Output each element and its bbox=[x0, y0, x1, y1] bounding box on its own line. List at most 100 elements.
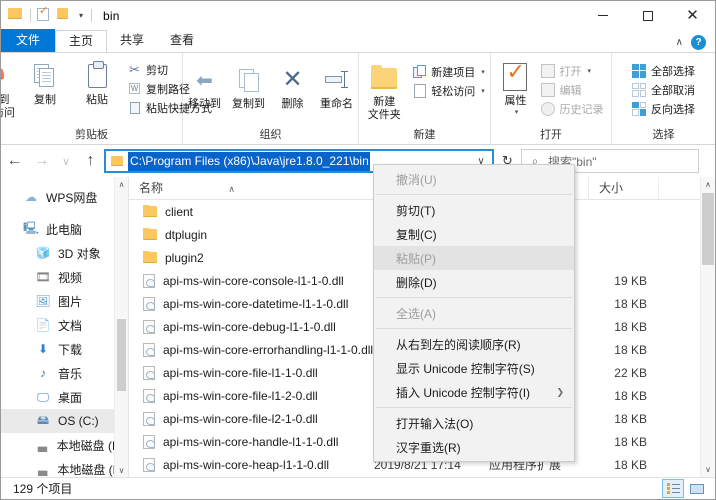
sidebar-item-videos[interactable]: 🎞 视频 bbox=[1, 265, 128, 289]
tab-view[interactable]: 查看 bbox=[157, 30, 207, 52]
move-to-icon: ⬅ bbox=[196, 69, 213, 92]
chevron-down-icon[interactable]: ▾ bbox=[77, 11, 85, 20]
move-to-button[interactable]: ⬅ 移动到 bbox=[183, 61, 227, 111]
tab-file[interactable]: 文件 bbox=[1, 29, 56, 52]
up-button[interactable]: ↑ bbox=[77, 146, 104, 176]
sidebar-item-documents[interactable]: 📄 文档 bbox=[1, 313, 128, 337]
forward-button[interactable]: → bbox=[28, 146, 55, 176]
scrollbar-thumb[interactable] bbox=[702, 193, 714, 265]
scrollbar-thumb[interactable] bbox=[117, 319, 126, 391]
sidebar-item-3d-objects[interactable]: 🧊 3D 对象 bbox=[1, 241, 128, 265]
scroll-up-icon[interactable]: ∧ bbox=[115, 177, 128, 191]
delete-button[interactable]: ✕ 删除 bbox=[271, 61, 315, 111]
context-menu-item-open-ime[interactable]: 打开输入法(O) bbox=[374, 411, 574, 435]
sidebar-item-label: 音乐 bbox=[58, 366, 83, 381]
sidebar-item-local-disk-d[interactable]: ▃ 本地磁盘 (D:) bbox=[1, 433, 128, 457]
context-menu-item-delete[interactable]: 删除(D) bbox=[374, 270, 574, 294]
scroll-down-icon[interactable]: ∨ bbox=[701, 462, 715, 477]
delete-label: 删除 bbox=[281, 98, 304, 110]
tab-home[interactable]: 主页 bbox=[55, 30, 108, 53]
context-menu-item-paste[interactable]: 粘贴(P) bbox=[374, 246, 574, 270]
help-icon[interactable]: ? bbox=[691, 35, 706, 50]
sidebar-item-this-pc[interactable]: 🖳 此电脑 bbox=[1, 217, 128, 241]
back-button[interactable]: ← bbox=[1, 146, 28, 176]
sort-ascending-icon: ∧ bbox=[228, 183, 235, 194]
folder-icon bbox=[143, 250, 157, 263]
address-input[interactable]: C:\Program Files (x86)\Java\jre1.8.0_221… bbox=[128, 151, 370, 171]
new-folder-icon bbox=[371, 61, 398, 95]
column-header-name[interactable]: 名称 ∧ bbox=[129, 177, 374, 200]
rename-label: 重命名 bbox=[320, 98, 353, 110]
chevron-down-icon[interactable]: ▾ bbox=[481, 68, 485, 76]
status-bar: 129 个项目 bbox=[1, 477, 715, 499]
paste-button[interactable]: 粘贴 bbox=[71, 57, 123, 107]
file-size: 22 KB bbox=[614, 365, 647, 380]
drive-icon: 🖴 bbox=[36, 412, 50, 427]
select-none-button[interactable]: 全部取消 bbox=[632, 80, 695, 99]
context-menu-item-show-unicode-control-chars[interactable]: 显示 Unicode 控制字符(S) bbox=[374, 356, 574, 380]
navigation-bar: ← → ∨ ↑ C:\Program Files (x86)\Java\jre1… bbox=[1, 145, 715, 177]
sidebar-item-music[interactable]: ♪ 音乐 bbox=[1, 361, 128, 385]
group-label-organize: 组织 bbox=[259, 129, 282, 141]
context-menu-item-copy[interactable]: 复制(C) bbox=[374, 222, 574, 246]
details-view-button[interactable] bbox=[662, 479, 684, 498]
sidebar-item-local-disk-e[interactable]: ▃ 本地磁盘 (E:) bbox=[1, 457, 128, 477]
context-menu-item-undo[interactable]: 撤消(U) bbox=[374, 167, 574, 191]
divider bbox=[91, 9, 93, 22]
chevron-down-icon[interactable]: ▾ bbox=[481, 87, 485, 95]
navpane-scrollbar[interactable]: ∧ ∨ bbox=[114, 177, 128, 477]
sidebar-item-label: WPS网盘 bbox=[46, 190, 98, 205]
folder-icon[interactable] bbox=[57, 7, 73, 24]
sidebar-item-downloads[interactable]: ⬇ 下载 bbox=[1, 337, 128, 361]
scroll-down-icon[interactable]: ∨ bbox=[115, 463, 128, 477]
file-name: api-ms-win-core-debug-l1-1-0.dll bbox=[163, 319, 336, 334]
copy-to-button[interactable]: 复制到 bbox=[227, 61, 271, 111]
view-buttons bbox=[662, 479, 715, 498]
close-button[interactable]: ✕ bbox=[670, 1, 715, 30]
collapse-ribbon-icon[interactable]: ∧ bbox=[676, 37, 683, 48]
tab-share[interactable]: 共享 bbox=[107, 30, 157, 52]
properties-icon[interactable] bbox=[37, 6, 53, 24]
context-menu-item-reconvert[interactable]: 汉字重选(R) bbox=[374, 435, 574, 459]
sidebar-item-label: 此电脑 bbox=[46, 222, 83, 237]
recent-locations-button[interactable]: ∨ bbox=[55, 146, 77, 176]
chevron-down-icon[interactable]: ▾ bbox=[587, 67, 591, 75]
file-name-cell: plugin2 bbox=[129, 250, 374, 265]
column-header-size[interactable]: 大小 bbox=[589, 177, 659, 200]
context-menu-item-label: 插入 Unicode 控制字符(I) bbox=[396, 385, 531, 400]
large-icons-view-button[interactable] bbox=[686, 479, 708, 498]
select-commands: 全部选择 全部取消 反向选择 bbox=[628, 58, 699, 118]
chevron-down-icon[interactable]: ▾ bbox=[515, 108, 519, 116]
context-menu-item-select-all[interactable]: 全选(A) bbox=[374, 301, 574, 325]
context-menu-item-insert-unicode-control-char[interactable]: 插入 Unicode 控制字符(I) ❯ bbox=[374, 380, 574, 404]
new-item-button[interactable]: 新建项目 ▾ bbox=[412, 62, 485, 81]
window-title: bin bbox=[103, 8, 120, 23]
sidebar-item-wps-cloud[interactable]: ☁ WPS网盘 bbox=[1, 185, 128, 209]
open-button[interactable]: 打开 ▾ bbox=[540, 61, 603, 80]
pin-to-quick-access-button[interactable]: 📌 固定到 快速访问 bbox=[1, 57, 19, 120]
invert-selection-button[interactable]: 反向选择 bbox=[632, 99, 695, 118]
rename-button[interactable]: 重命名 bbox=[315, 61, 359, 111]
easy-access-button[interactable]: 轻松访问 ▾ bbox=[412, 81, 485, 100]
edit-button[interactable]: 编辑 bbox=[540, 80, 603, 99]
file-list-scrollbar[interactable]: ∧ ∨ bbox=[700, 177, 715, 477]
sidebar-item-label: 文档 bbox=[58, 318, 83, 333]
folder-icon[interactable] bbox=[8, 7, 24, 24]
context-menu-item-cut[interactable]: 剪切(T) bbox=[374, 198, 574, 222]
scroll-up-icon[interactable]: ∧ bbox=[701, 177, 715, 192]
history-button[interactable]: 历史记录 bbox=[540, 99, 603, 118]
properties-button[interactable]: 属性 ▾ bbox=[494, 58, 536, 116]
file-name: client bbox=[165, 204, 194, 219]
new-folder-button[interactable]: 新建 文件夹 bbox=[360, 59, 408, 122]
context-menu-item-rtl-reading-order[interactable]: 从右到左的阅读顺序(R) bbox=[374, 332, 574, 356]
sidebar-item-desktop[interactable]: 🖵 桌面 bbox=[1, 385, 128, 409]
select-all-button[interactable]: 全部选择 bbox=[632, 61, 695, 80]
sidebar-item-pictures[interactable]: 🖼 图片 bbox=[1, 289, 128, 313]
copy-button[interactable]: 复制 bbox=[19, 57, 71, 107]
dll-file-icon bbox=[143, 365, 155, 380]
sidebar-item-os-c[interactable]: 🖴 OS (C:) bbox=[1, 409, 128, 433]
maximize-button[interactable] bbox=[625, 1, 670, 30]
file-size: 18 KB bbox=[614, 411, 647, 426]
minimize-button[interactable] bbox=[580, 1, 625, 30]
ribbon-group-clipboard: 📌 固定到 快速访问 复制 粘贴 bbox=[1, 53, 212, 145]
